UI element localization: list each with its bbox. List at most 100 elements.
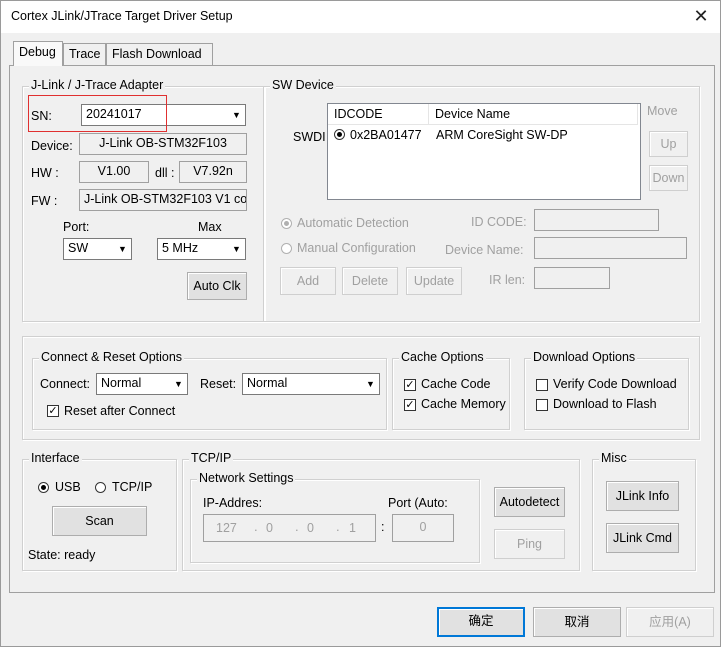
title-bar: Cortex JLink/JTrace Target Driver Setup … [1, 1, 720, 33]
ip-dot: . [254, 519, 258, 534]
chevron-down-icon: ▼ [118, 244, 127, 254]
device-label: Device: [31, 139, 73, 153]
update-button[interactable]: Update [406, 267, 462, 295]
reset-after-connect-label: Reset after Connect [64, 404, 176, 418]
max-label: Max [198, 220, 222, 234]
device-field: J-Link OB-STM32F103 [79, 133, 247, 155]
ip-octet-2: 0 [266, 521, 273, 535]
network-settings-group: Network Settings IP-Addres: Port (Auto: … [190, 471, 480, 563]
adapter-group: J-Link / J-Trace Adapter SN: 20241017 ▼ … [22, 78, 265, 322]
tcpip-legend: TCP/IP [189, 451, 234, 465]
jlink-cmd-button[interactable]: JLink Cmd [606, 523, 679, 553]
up-button[interactable]: Up [649, 131, 688, 157]
chevron-down-icon: ▼ [232, 110, 241, 120]
misc-legend: Misc [599, 451, 629, 465]
dll-field: V7.92n [179, 161, 247, 183]
verify-download-checkbox[interactable] [536, 379, 548, 391]
tcpip-radio[interactable] [95, 482, 106, 493]
window-title: Cortex JLink/JTrace Target Driver Setup [11, 9, 233, 23]
auto-detection-radio[interactable] [281, 218, 292, 229]
download-options-legend: Download Options [531, 350, 638, 364]
connect-reset-group: Connect & Reset Options Connect: Normal … [32, 350, 387, 430]
row-select-icon [334, 129, 345, 140]
interface-group: Interface USB TCP/IP Scan State: ready [22, 451, 177, 571]
verify-download-label: Verify Code Download [553, 377, 677, 391]
max-clock-value: 5 MHz [162, 241, 199, 255]
ip-octet-1: 127 [216, 521, 237, 535]
adapter-legend: J-Link / J-Trace Adapter [29, 78, 166, 92]
ip-octet-4: 1 [349, 521, 356, 535]
ping-button[interactable]: Ping [494, 529, 565, 559]
sw-device-list[interactable]: IDCODE Device Name 0x2BA01477 ARM CoreSi… [327, 103, 641, 200]
misc-group: Misc JLink Info JLink Cmd [592, 451, 696, 571]
ir-len-field[interactable] [534, 267, 610, 289]
tcpip-label: TCP/IP [112, 480, 153, 494]
jlink-info-button[interactable]: JLink Info [606, 481, 679, 511]
ip-address-field[interactable]: 127 . 0 . 0 . 1 [203, 514, 376, 542]
move-label: Move [647, 104, 678, 118]
ip-dot: . [295, 519, 299, 534]
fw-field: J-Link OB-STM32F103 V1 co [79, 189, 247, 211]
ok-button[interactable]: 确定 [437, 607, 525, 637]
scan-button[interactable]: Scan [52, 506, 147, 536]
reset-after-connect-checkbox[interactable]: ✓ [47, 405, 59, 417]
column-header-device-name[interactable]: Device Name [429, 104, 638, 125]
dialog-window: Cortex JLink/JTrace Target Driver Setup … [0, 0, 721, 647]
reset-select[interactable]: Normal ▼ [242, 373, 380, 395]
connect-value: Normal [101, 376, 142, 390]
cache-code-checkbox[interactable]: ✓ [404, 379, 416, 391]
tab-debug[interactable]: Debug [13, 41, 63, 66]
close-icon[interactable]: ✕ [688, 4, 714, 28]
id-code-field[interactable] [534, 209, 659, 231]
port-label: Port: [63, 220, 90, 234]
ip-octet-3: 0 [307, 521, 314, 535]
cache-code-label: Cache Code [421, 377, 491, 391]
usb-radio[interactable] [38, 482, 49, 493]
port-separator: : [381, 520, 385, 534]
manual-config-radio[interactable] [281, 243, 292, 254]
dll-label: dll : [155, 166, 175, 180]
hw-label: HW : [31, 166, 59, 180]
tcpip-group: TCP/IP Network Settings IP-Addres: Port … [182, 451, 580, 571]
max-clock-select[interactable]: 5 MHz ▼ [157, 238, 246, 260]
cache-options-group: Cache Options ✓ Cache Code ✓ Cache Memor… [392, 350, 510, 430]
tab-trace[interactable]: Trace [63, 43, 106, 65]
add-button[interactable]: Add [280, 267, 336, 295]
port-auto-label: Port (Auto: [388, 496, 448, 510]
sn-highlight-box [28, 95, 167, 132]
state-text: State: ready [28, 548, 96, 562]
cache-memory-checkbox[interactable]: ✓ [404, 399, 416, 411]
reset-value: Normal [247, 376, 288, 390]
device-name-field[interactable] [534, 237, 687, 259]
port-field[interactable]: 0 [392, 514, 454, 542]
debug-tab-panel: J-Link / J-Trace Adapter SN: 20241017 ▼ … [9, 65, 715, 593]
ir-len-label: IR len: [489, 273, 526, 287]
connect-label: Connect: [40, 377, 91, 391]
tab-flash-download[interactable]: Flash Download [106, 43, 213, 65]
connect-select[interactable]: Normal ▼ [96, 373, 188, 395]
id-code-label: ID CODE: [471, 215, 527, 229]
auto-detection-label: Automatic Detection [297, 216, 409, 230]
download-to-flash-checkbox[interactable] [536, 399, 548, 411]
ip-address-label: IP-Addres: [203, 496, 263, 510]
port-select[interactable]: SW ▼ [63, 238, 132, 260]
manual-config-label: Manual Configuration [297, 241, 416, 255]
cancel-button[interactable]: 取消 [533, 607, 621, 637]
chevron-down-icon: ▼ [366, 379, 375, 389]
apply-button[interactable]: 应用(A) [626, 607, 714, 637]
cache-memory-label: Cache Memory [421, 397, 506, 411]
auto-clk-button[interactable]: Auto Clk [187, 272, 247, 300]
autodetect-button[interactable]: Autodetect [494, 487, 565, 517]
table-row[interactable]: 0x2BA01477 ARM CoreSight SW-DP [328, 125, 640, 145]
interface-legend: Interface [29, 451, 82, 465]
chevron-down-icon: ▼ [232, 244, 241, 254]
column-header-idcode[interactable]: IDCODE [328, 104, 429, 125]
ip-dot: . [336, 519, 340, 534]
download-to-flash-label: Download to Flash [553, 397, 657, 411]
delete-button[interactable]: Delete [342, 267, 398, 295]
down-button[interactable]: Down [649, 165, 688, 191]
device-name-label: Device Name: [445, 243, 524, 257]
row-device-name: ARM CoreSight SW-DP [436, 128, 568, 142]
swdi-label: SWDI [293, 130, 326, 144]
usb-label: USB [55, 480, 81, 494]
